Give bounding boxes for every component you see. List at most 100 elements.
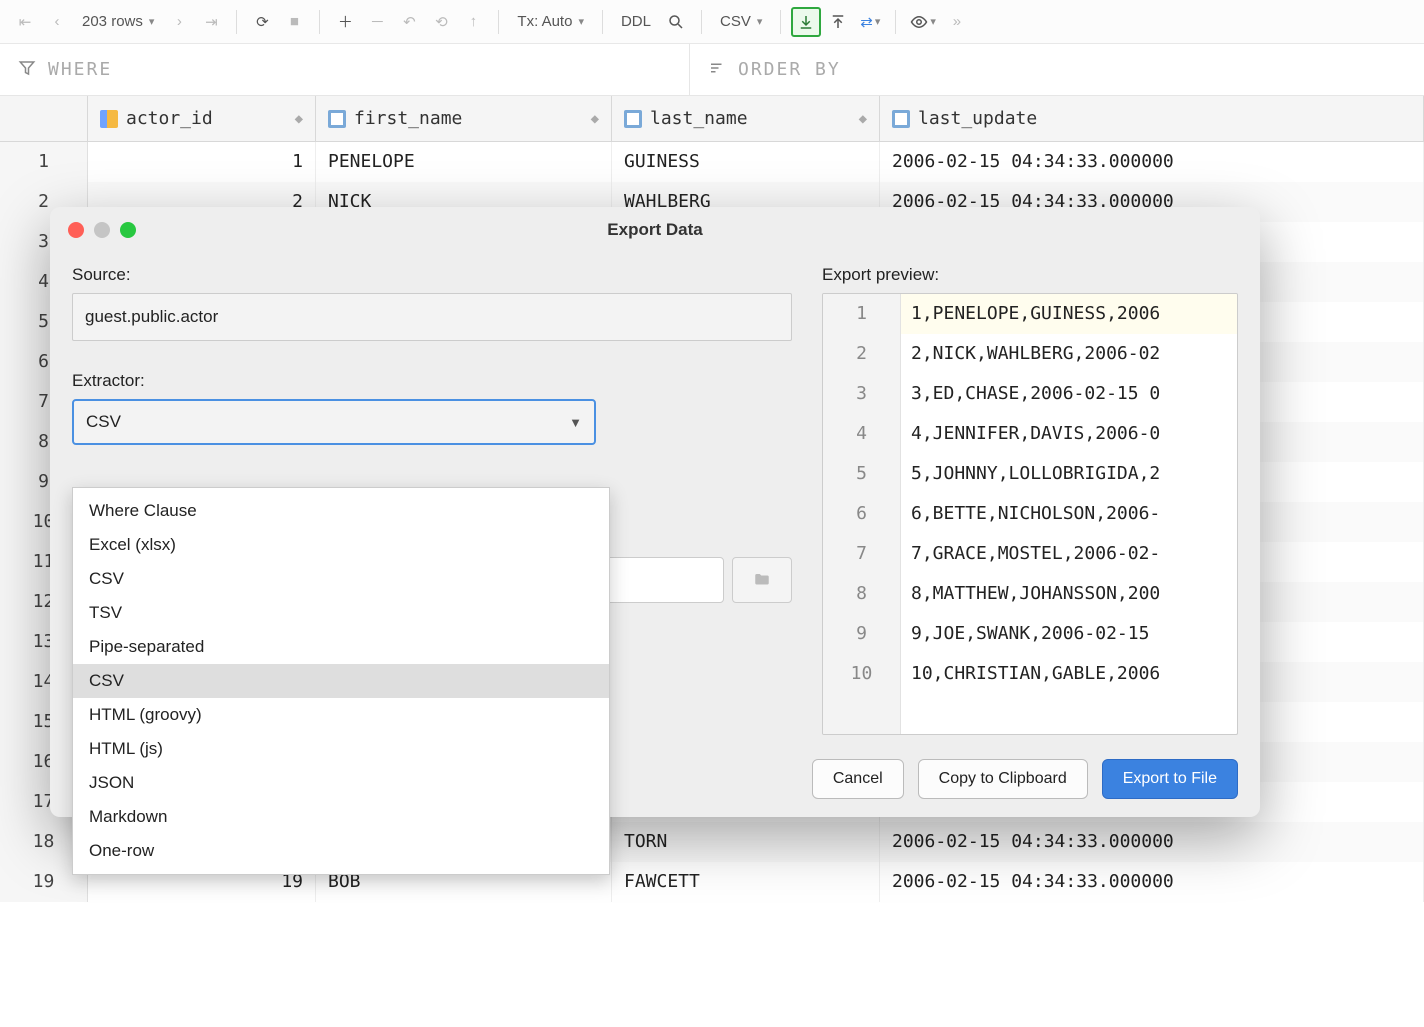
dialog-titlebar[interactable]: Export Data [50, 207, 1260, 253]
export-file-button[interactable]: Export to File [1102, 759, 1238, 799]
column-header-last-name[interactable]: last_name ◆ [612, 96, 880, 141]
separator [895, 10, 896, 34]
preview-line-number: 9 [823, 614, 900, 654]
chevron-down-icon: ▾ [149, 15, 155, 28]
maximize-window-icon[interactable] [120, 222, 136, 238]
stop-icon[interactable]: ■ [279, 7, 309, 37]
dropdown-item[interactable]: TSV [73, 596, 609, 630]
extractor-dropdown: Where ClauseExcel (xlsx)CSVTSVPipe-separ… [72, 487, 610, 875]
extractor-value: CSV [86, 412, 121, 432]
dropdown-item[interactable]: Pipe-separated [73, 630, 609, 664]
preview-line: 3,ED,CHASE,2006-02-15 0 [901, 374, 1237, 414]
where-filter[interactable]: WHERE [0, 44, 690, 95]
orderby-filter[interactable]: ORDER BY [690, 44, 1424, 95]
refresh-icon[interactable]: ⟳ [247, 7, 277, 37]
sort-indicator-icon: ◆ [859, 111, 867, 127]
preview-line: 2,NICK,WAHLBERG,2006-02 [901, 334, 1237, 374]
where-placeholder: WHERE [48, 59, 112, 80]
sort-icon [708, 58, 726, 82]
sort-indicator-icon: ◆ [591, 111, 599, 127]
preview-line-number: 8 [823, 574, 900, 614]
preview-line: 10,CHRISTIAN,GABLE,2006 [901, 654, 1237, 694]
prev-page-icon[interactable]: ‹ [42, 7, 72, 37]
close-window-icon[interactable] [68, 222, 84, 238]
extractor-combobox[interactable]: CSV ▼ [72, 399, 596, 445]
preview-gutter: 12345678910 [823, 294, 901, 734]
first-page-icon[interactable]: ⇤ [10, 7, 40, 37]
source-field[interactable]: guest.public.actor [72, 293, 792, 341]
column-header-last-update[interactable]: last_update [880, 96, 1424, 141]
preview-line-number: 2 [823, 334, 900, 374]
add-row-icon[interactable]: ＋ [330, 7, 360, 37]
key-column-icon [100, 110, 118, 128]
chevron-down-icon: ▾ [930, 15, 936, 28]
filter-bar: WHERE ORDER BY [0, 44, 1424, 96]
minimize-window-icon[interactable] [94, 222, 110, 238]
dropdown-item[interactable]: HTML (groovy) [73, 698, 609, 732]
copy-clipboard-button[interactable]: Copy to Clipboard [918, 759, 1088, 799]
extractor-toolbar[interactable]: CSV ▾ [712, 13, 770, 30]
chevron-down-icon: ▾ [757, 15, 763, 28]
last-page-icon[interactable]: ⇥ [196, 7, 226, 37]
column-header-first-name[interactable]: first_name ◆ [316, 96, 612, 141]
cell-last-name[interactable]: FAWCETT [612, 862, 880, 902]
compare-icon[interactable]: ⇄▾ [855, 7, 885, 37]
cell-last-update[interactable]: 2006-02-15 04:34:33.000000 [880, 862, 1424, 902]
dialog-title: Export Data [607, 220, 702, 240]
cell-first-name[interactable]: PENELOPE [316, 142, 612, 182]
import-data-icon[interactable] [823, 7, 853, 37]
dropdown-item[interactable]: HTML (js) [73, 732, 609, 766]
preview-line-number: 10 [823, 654, 900, 694]
source-label: Source: [72, 265, 792, 285]
revert-icon[interactable]: ↶ [394, 7, 424, 37]
separator [701, 10, 702, 34]
preview-line: 4,JENNIFER,DAVIS,2006-0 [901, 414, 1237, 454]
toolbar: ⇤ ‹ 203 rows ▾ › ⇥ ⟳ ■ ＋ － ↶ ⟲ ↑ Tx: Auto… [0, 0, 1424, 44]
overflow-icon[interactable]: » [942, 7, 972, 37]
dropdown-item[interactable]: Markdown [73, 800, 609, 834]
orderby-placeholder: ORDER BY [738, 59, 841, 80]
column-header-actor-id[interactable]: actor_id ◆ [88, 96, 316, 141]
search-icon[interactable] [661, 7, 691, 37]
row-number-header[interactable] [0, 96, 88, 141]
remove-row-icon[interactable]: － [362, 7, 392, 37]
tx-mode[interactable]: Tx: Auto▾ [509, 13, 592, 30]
dropdown-item[interactable]: CSV [73, 664, 609, 698]
column-icon [328, 110, 346, 128]
commit-icon[interactable]: ↑ [458, 7, 488, 37]
chevron-down-icon: ▾ [578, 15, 584, 28]
export-data-icon[interactable] [791, 7, 821, 37]
dropdown-item[interactable]: One-row [73, 834, 609, 868]
dropdown-item[interactable]: Excel (xlsx) [73, 528, 609, 562]
dropdown-item[interactable]: Where Clause [73, 494, 609, 528]
separator [498, 10, 499, 34]
csv-label: CSV [720, 13, 751, 30]
table-row[interactable]: 11PENELOPEGUINESS2006-02-15 04:34:33.000… [0, 142, 1424, 182]
column-label: last_update [918, 108, 1037, 129]
preview-line: 9,JOE,SWANK,2006-02-15 [901, 614, 1237, 654]
sort-indicator-icon: ◆ [295, 111, 303, 127]
preview-line-number: 4 [823, 414, 900, 454]
view-icon[interactable]: ▾ [906, 7, 940, 37]
preview-line-number: 5 [823, 454, 900, 494]
cell-last-update[interactable]: 2006-02-15 04:34:33.000000 [880, 822, 1424, 862]
next-page-icon[interactable]: › [164, 7, 194, 37]
cell-actor-id[interactable]: 1 [88, 142, 316, 182]
dropdown-item[interactable]: JSON [73, 766, 609, 800]
cell-last-name[interactable]: GUINESS [612, 142, 880, 182]
dropdown-item[interactable]: CSV [73, 562, 609, 596]
preview-line-number: 6 [823, 494, 900, 534]
cancel-button[interactable]: Cancel [812, 759, 904, 799]
preview-lines[interactable]: 1,PENELOPE,GUINESS,20062,NICK,WAHLBERG,2… [901, 294, 1237, 734]
browse-button[interactable] [732, 557, 792, 603]
row-count-label: 203 rows [82, 13, 143, 30]
separator [780, 10, 781, 34]
cell-last-name[interactable]: TORN [612, 822, 880, 862]
source-value: guest.public.actor [85, 307, 218, 327]
cell-last-update[interactable]: 2006-02-15 04:34:33.000000 [880, 142, 1424, 182]
preview-line: 8,MATTHEW,JOHANSSON,200 [901, 574, 1237, 614]
row-count[interactable]: 203 rows ▾ [74, 13, 162, 30]
ddl-button[interactable]: DDL [613, 13, 659, 30]
preview-line: 1,PENELOPE,GUINESS,2006 [901, 294, 1237, 334]
rollback-icon[interactable]: ⟲ [426, 7, 456, 37]
